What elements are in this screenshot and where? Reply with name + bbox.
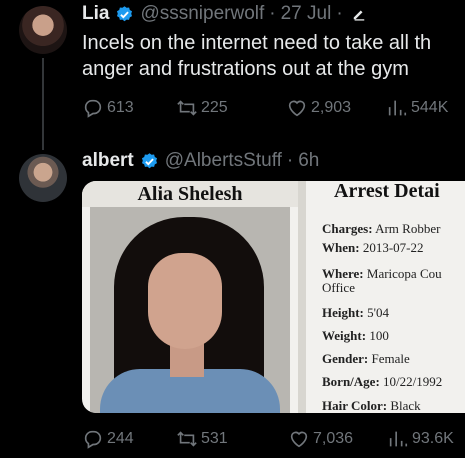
author-handle[interactable]: @AlbertsStuff — [165, 150, 282, 172]
like-count: 2,903 — [311, 99, 352, 116]
heart-icon — [288, 100, 306, 117]
detail-charges: Charges: Arm Robber — [322, 221, 441, 236]
panel-divider — [298, 181, 306, 413]
views-chart-icon — [388, 100, 407, 116]
reply-icon — [84, 99, 102, 118]
views-count: 93.6K — [412, 430, 454, 447]
detail-born-age: Born/Age: 10/22/1992 — [322, 374, 443, 389]
reply-count: 613 — [107, 99, 134, 116]
tweet-header: albert @AlbertsStuff · 6h — [82, 150, 319, 172]
heart-icon — [290, 431, 308, 448]
reply-button[interactable]: 613 — [82, 97, 134, 119]
tweet-actions: 613 225 2,903 544K — [82, 97, 465, 121]
views-button[interactable]: 544K — [386, 97, 448, 119]
timestamp[interactable]: 6h — [298, 150, 319, 172]
detail-where: Where: Maricopa Cou — [322, 266, 442, 281]
views-button[interactable]: 93.6K — [387, 428, 454, 450]
avatar[interactable] — [19, 6, 67, 54]
like-count: 7,036 — [313, 430, 354, 447]
tweet-media-image[interactable]: Alia Shelesh Arrest Detai Charges: Arm R… — [82, 181, 465, 413]
author-name[interactable]: albert — [82, 150, 134, 172]
author-handle[interactable]: @sssniperwolf — [140, 3, 264, 25]
retweet-icon — [177, 431, 197, 447]
separator-dot: · — [286, 150, 294, 171]
mugshot-name: Alia Shelesh — [82, 181, 298, 207]
tweet-text: Incels on the internet need to take all … — [82, 30, 465, 82]
detail-height: Height: 5'04 — [322, 305, 389, 320]
edit-pencil-icon — [353, 10, 364, 21]
thread-line — [42, 58, 44, 150]
views-chart-icon — [389, 431, 408, 447]
views-count: 544K — [411, 99, 449, 116]
verified-badge-icon — [141, 152, 157, 168]
detail-where-cont: Office — [322, 280, 355, 295]
like-button[interactable]: 2,903 — [286, 97, 351, 119]
detail-gender: Gender: Female — [322, 351, 410, 366]
detail-hair-color: Hair Color: Black — [322, 398, 421, 413]
tweet-actions: 244 531 7,036 93.6K — [82, 428, 465, 452]
tweet-header: Lia @sssniperwolf · 27 Jul · — [82, 3, 366, 25]
like-button[interactable]: 7,036 — [288, 428, 353, 450]
detail-when: When: 2013-07-22 — [322, 240, 424, 255]
arrest-details-panel: Arrest Detai Charges: Arm Robber When: 2… — [306, 181, 465, 413]
reply-count: 244 — [107, 430, 134, 447]
tweet-text-line: Incels on the internet need to take all … — [82, 32, 432, 54]
arrest-details-title: Arrest Detai — [334, 181, 440, 202]
timestamp[interactable]: 27 Jul — [281, 3, 332, 25]
separator-dot: · — [269, 3, 276, 24]
retweet-button[interactable]: 225 — [176, 97, 228, 119]
retweet-count: 225 — [201, 99, 228, 116]
retweet-icon — [177, 100, 197, 116]
reply-icon — [84, 430, 102, 449]
separator-dot: · — [336, 3, 343, 24]
verified-badge-icon — [117, 5, 133, 21]
tweet-text-line: anger and frustrations out at the gym — [82, 58, 409, 80]
retweet-button[interactable]: 531 — [176, 428, 228, 450]
detail-weight: Weight: 100 — [322, 328, 389, 343]
reply-button[interactable]: 244 — [82, 428, 134, 450]
author-name[interactable]: Lia — [82, 3, 109, 25]
retweet-count: 531 — [201, 430, 228, 447]
avatar[interactable] — [19, 154, 67, 202]
mugshot-photo — [90, 207, 290, 413]
